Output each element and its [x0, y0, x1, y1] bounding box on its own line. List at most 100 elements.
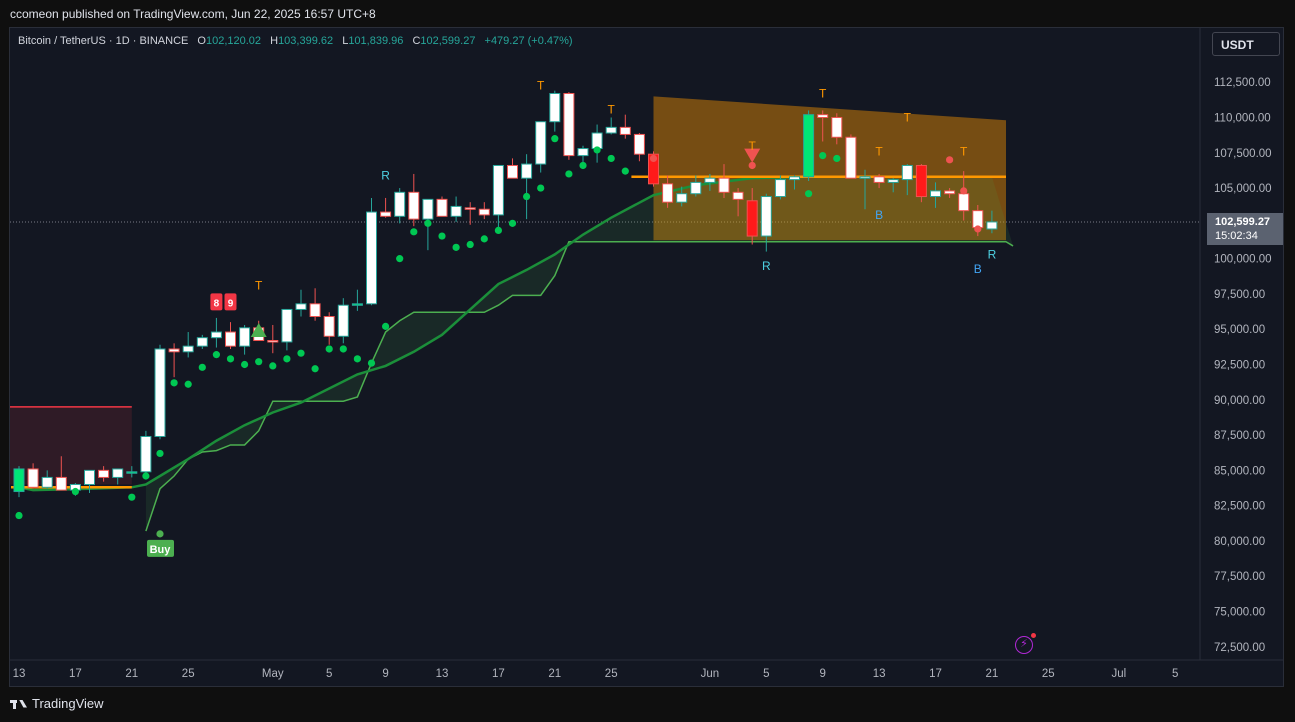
bar-countdown: 15:02:34 — [1215, 230, 1258, 242]
candle-body — [746, 200, 758, 237]
signal-dot-green — [565, 170, 573, 178]
time-tick-label: 5 — [763, 668, 769, 680]
symbol-legend[interactable]: Bitcoin / TetherUS · 1D · BINANCE O102,1… — [18, 35, 573, 47]
price-tick-label: 90,000.00 — [1214, 395, 1265, 407]
candle-body — [408, 191, 420, 220]
candle-body — [633, 133, 645, 155]
T-label: T — [749, 139, 757, 153]
signal-dot-green — [311, 365, 319, 373]
candle-body — [225, 331, 236, 347]
open-label: O — [197, 35, 206, 47]
flash-icon[interactable]: ⚡ — [1015, 633, 1036, 654]
signal-dot-green — [424, 219, 432, 227]
candle-body — [535, 121, 547, 165]
signal-dot-green — [142, 472, 150, 480]
candlestick-chart[interactable]: 112,500.00 110,000.00 107,500.00 105,000.00… — [0, 0, 1295, 690]
signal-dot-red — [946, 156, 954, 164]
price-tick-label: 72,500.00 — [1214, 642, 1265, 654]
buy-label: Buy — [150, 544, 172, 556]
candle-body — [422, 198, 434, 220]
candle-body — [972, 210, 984, 229]
price-tick-label: 100,000.00 — [1214, 254, 1272, 266]
currency-button[interactable]: USDT — [1212, 32, 1280, 56]
time-tick-label: 9 — [382, 668, 388, 680]
candle-body — [732, 191, 744, 200]
signal-dot-green — [269, 362, 277, 370]
price-tick-label: 75,000.00 — [1214, 607, 1265, 619]
signal-dot-green — [494, 226, 502, 235]
candle-body — [492, 164, 504, 216]
time-tick-label: Jul — [1111, 668, 1126, 680]
signal-dot-green — [128, 493, 136, 501]
B-label: B — [875, 208, 883, 222]
signal-dot-green — [607, 154, 615, 163]
signal-dot-red — [974, 225, 982, 233]
high-label: H — [270, 35, 279, 47]
signal-dot-green — [382, 322, 390, 330]
candle-body — [267, 340, 279, 343]
R-label: R — [762, 259, 771, 273]
signal-dot-green — [579, 161, 587, 170]
time-tick-label: 17 — [69, 668, 82, 680]
time-tick-label: 5 — [1172, 668, 1178, 680]
time-tick-label: May — [262, 668, 284, 680]
candle-body — [126, 471, 138, 474]
price-tick-label: 85,000.00 — [1214, 465, 1265, 477]
signal-dot-green — [353, 355, 361, 363]
signal-dot-green — [325, 345, 333, 353]
T-label: T — [904, 111, 912, 125]
count-flag-label: 8 — [214, 298, 220, 309]
candle-body — [464, 207, 476, 210]
B-label: B — [974, 262, 982, 276]
candle-body — [98, 469, 110, 478]
signal-dot-red — [649, 154, 658, 163]
candle-body — [436, 198, 448, 217]
candle-body — [295, 303, 307, 310]
candle-body — [380, 211, 392, 217]
signal-dot-green — [833, 154, 841, 163]
T-label: T — [819, 87, 827, 101]
candle-body — [182, 345, 194, 353]
symbol-title[interactable]: Bitcoin / TetherUS · 1D · BINANCE — [18, 35, 188, 47]
candle-body — [13, 468, 25, 493]
price-tick-label: 77,500.00 — [1214, 571, 1265, 583]
candle-body — [845, 136, 857, 179]
signal-dot-red — [748, 161, 756, 170]
high-value: 103,399.62 — [278, 35, 334, 47]
signal-dot-green — [15, 511, 23, 520]
close-value: 102,599.27 — [420, 35, 476, 47]
candle-body — [803, 114, 815, 178]
T-label: T — [537, 78, 545, 92]
price-tick-label: 97,500.00 — [1214, 289, 1265, 301]
price-tick-label: 107,500.00 — [1214, 148, 1272, 160]
time-tick-label: 21 — [125, 668, 138, 680]
R-label: R — [381, 169, 390, 183]
last-price: 102,599.27 — [1215, 216, 1271, 228]
signal-dot-green — [156, 449, 164, 458]
tradingview-logo[interactable]: TradingView — [10, 696, 104, 711]
low-value: 101,839.96 — [348, 35, 404, 47]
trend-cloud — [145, 176, 1014, 532]
footer-bar — [0, 688, 1295, 722]
candle-body — [351, 303, 363, 306]
signal-dot-green — [71, 487, 79, 496]
time-tick-label: 5 — [326, 668, 332, 680]
signal-dot-green — [438, 232, 446, 240]
signal-dot-green — [170, 379, 178, 387]
time-tick-label: 21 — [548, 668, 561, 680]
candle-body — [662, 183, 674, 203]
signal-dot-green — [226, 355, 235, 363]
candle-body — [619, 126, 631, 135]
signal-dot-green — [819, 151, 827, 160]
signal-dot-green — [466, 240, 474, 249]
candle-body — [309, 303, 321, 318]
brand-name: TradingView — [32, 696, 104, 711]
candle-body — [337, 304, 349, 337]
signal-dot-green — [241, 360, 249, 369]
signal-dot-green — [593, 146, 601, 154]
signal-dot-green — [410, 228, 418, 236]
candle-body — [281, 308, 293, 343]
signal-dot-green — [551, 135, 559, 143]
signal-dot-green — [523, 192, 531, 201]
candle-body — [676, 193, 688, 203]
